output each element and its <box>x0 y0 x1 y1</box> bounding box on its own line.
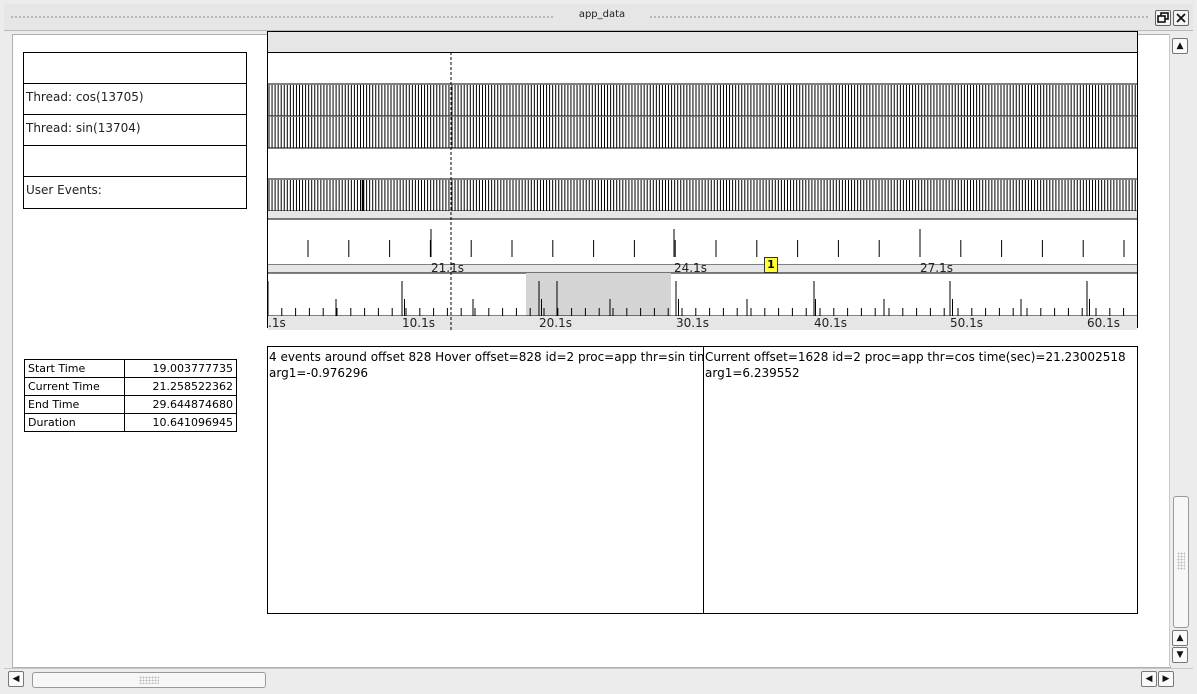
stats-row: Duration 10.641096945 <box>23 413 237 432</box>
overview-tick-label: .1s <box>268 316 286 330</box>
timeline-top-band <box>268 32 1137 53</box>
overview-tick-label: 60.1s <box>1087 316 1120 330</box>
vertical-scrollbar[interactable]: ▲ ▲ ▼ <box>1169 34 1190 666</box>
current-info-line: arg1=6.239552 <box>705 366 800 380</box>
track-label-cos[interactable]: Thread: cos(13705) <box>24 84 246 115</box>
scroll-left-arrow-icon[interactable]: ◀ <box>1141 671 1157 687</box>
stats-value: 21.258522362 <box>124 377 237 396</box>
stats-row: Current Time 21.258522362 <box>23 377 237 396</box>
stats-value: 10.641096945 <box>124 413 237 432</box>
track-label-blank-2 <box>24 146 246 177</box>
overview-tick-label: 10.1s <box>402 316 435 330</box>
zoom-axis[interactable] <box>307 229 1125 257</box>
stats-label: End Time <box>23 395 126 414</box>
overview-tick-label: 40.1s <box>814 316 847 330</box>
close-glyph <box>1176 13 1186 23</box>
restore-glyph <box>1157 12 1169 23</box>
stats-row: End Time 29.644874680 <box>23 395 237 414</box>
zoom-tick-label: 27.1s <box>920 261 953 275</box>
lane-user-events[interactable] <box>268 180 1136 211</box>
restore-icon[interactable] <box>1155 10 1171 26</box>
hover-info-pane[interactable]: 4 events around offset 828 Hover offset=… <box>267 346 704 614</box>
horizontal-scrollbar[interactable]: ◀ ◀ ▶ <box>4 668 1193 689</box>
track-label-sin[interactable]: Thread: sin(13704) <box>24 115 246 146</box>
stats-label: Duration <box>23 413 126 432</box>
track-label-user-events[interactable]: User Events: <box>24 177 246 208</box>
lane-gap-band <box>268 211 1137 219</box>
stats-label: Current Time <box>23 377 126 396</box>
title-bar: app_data <box>4 4 1193 31</box>
stats-label: Start Time <box>23 359 126 378</box>
scroll-up-arrow-icon[interactable]: ▲ <box>1172 38 1188 54</box>
title-grip-left <box>10 15 555 20</box>
track-label-blank-1 <box>24 53 246 84</box>
hover-info-line: 4 events around offset 828 Hover offset=… <box>269 350 703 364</box>
close-icon[interactable] <box>1173 10 1189 26</box>
stats-row: Start Time 19.003777735 <box>23 359 237 378</box>
scroll-left-arrow-icon[interactable]: ◀ <box>8 671 24 687</box>
grip-icon <box>139 676 159 684</box>
overview-axis[interactable] <box>268 281 1125 316</box>
scroll-down-arrow-icon[interactable]: ▼ <box>1172 647 1188 663</box>
vertical-scroll-thumb[interactable] <box>1173 496 1189 628</box>
scroll-up-arrow-icon[interactable]: ▲ <box>1172 630 1188 646</box>
zoom-tick-label: 21.1s <box>431 261 464 275</box>
hover-info-line: arg1=-0.976296 <box>269 366 368 380</box>
zoom-tick-label: 24.1s <box>674 261 707 275</box>
lane-sin[interactable] <box>268 117 1136 148</box>
overview-tick-label: 20.1s <box>539 316 572 330</box>
grip-icon <box>1177 552 1185 570</box>
current-info-line: Current offset=1628 id=2 proc=app thr=co… <box>705 350 1126 364</box>
event-timeline[interactable]: 21.1s 24.1s 27.1s 1 .1s 10.1s 20.1s 30.1… <box>267 31 1138 330</box>
horizontal-scroll-thumb[interactable] <box>32 672 266 688</box>
overview-selection[interactable] <box>526 273 671 316</box>
overview-tick-label: 30.1s <box>676 316 709 330</box>
stats-value: 19.003777735 <box>124 359 237 378</box>
track-labels: Thread: cos(13705) Thread: sin(13704) Us… <box>23 52 247 209</box>
window-title: app_data <box>578 9 626 20</box>
lane-cos[interactable] <box>268 85 1136 116</box>
event-plot[interactable] <box>268 53 1137 330</box>
stats-value: 29.644874680 <box>124 395 237 414</box>
lane-blank-1 <box>268 53 1137 84</box>
overview-tick-label: 50.1s <box>950 316 983 330</box>
scroll-right-arrow-icon[interactable]: ▶ <box>1158 671 1174 687</box>
current-info-pane[interactable]: Current offset=1628 id=2 proc=app thr=co… <box>703 346 1138 614</box>
event-marker-badge[interactable]: 1 <box>764 257 778 273</box>
title-grip-right <box>649 15 1149 20</box>
time-stats-table: Start Time 19.003777735 Current Time 21.… <box>23 359 237 432</box>
